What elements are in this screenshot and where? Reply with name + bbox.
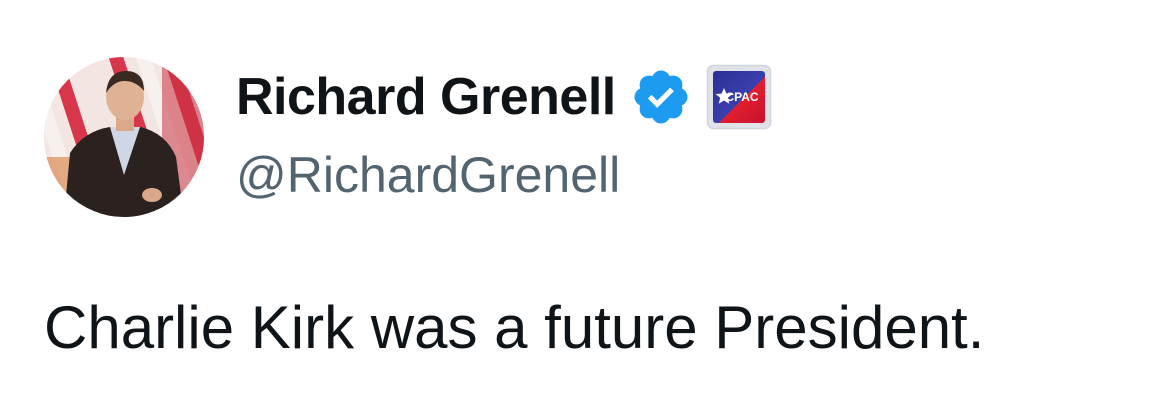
tweet-text: Charlie Kirk was a future President. bbox=[44, 294, 985, 361]
tweet-card: Richard Grenell CPAC @RichardGrenell Cha… bbox=[0, 0, 1171, 417]
svg-text:CPAC: CPAC bbox=[725, 90, 758, 104]
avatar-photo bbox=[44, 57, 204, 217]
verified-badge-icon[interactable] bbox=[630, 66, 692, 128]
author-name-row: Richard Grenell CPAC bbox=[236, 62, 772, 132]
cpac-logo-icon[interactable]: CPAC bbox=[706, 64, 772, 130]
avatar[interactable] bbox=[44, 57, 204, 217]
author-handle[interactable]: @RichardGrenell bbox=[236, 150, 620, 200]
author-display-name[interactable]: Richard Grenell bbox=[236, 71, 616, 123]
